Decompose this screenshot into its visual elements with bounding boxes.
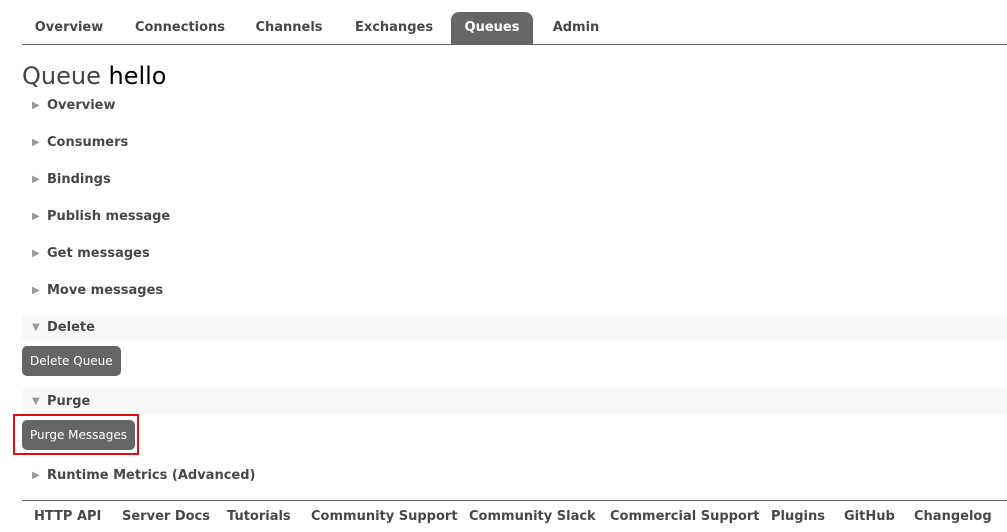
section-label: Delete <box>47 320 95 335</box>
section-label: Publish message <box>47 209 171 224</box>
section-label: Consumers <box>47 135 129 150</box>
expand-arrow-icon: ▶ <box>32 285 40 296</box>
tab-admin[interactable]: Admin <box>542 12 610 44</box>
footer-link-plugins[interactable]: Plugins <box>771 509 825 524</box>
footer-link-changelog[interactable]: Changelog <box>914 509 992 524</box>
footer-link-commercial-support[interactable]: Commercial Support <box>610 509 760 524</box>
page-title: Queue hello <box>22 62 166 90</box>
section-label: Purge <box>47 394 91 409</box>
tab-queues[interactable]: Queues <box>451 12 533 44</box>
tab-channels[interactable]: Channels <box>244 12 334 44</box>
section-publish-message[interactable]: ▶ Publish message <box>22 204 1007 229</box>
collapse-arrow-icon: ▼ <box>32 396 40 407</box>
section-label: Runtime Metrics (Advanced) <box>47 468 256 483</box>
delete-queue-button[interactable]: Delete Queue <box>22 346 121 376</box>
footer: HTTP API Server Docs Tutorials Community… <box>22 500 1007 532</box>
section-overview[interactable]: ▶ Overview <box>22 93 1007 118</box>
expand-arrow-icon: ▶ <box>32 248 40 259</box>
section-label: Bindings <box>47 172 111 187</box>
tab-connections[interactable]: Connections <box>122 12 238 44</box>
page-title-prefix: Queue <box>22 62 101 90</box>
footer-link-http-api[interactable]: HTTP API <box>34 509 101 524</box>
section-get-messages[interactable]: ▶ Get messages <box>22 241 1007 266</box>
section-bindings[interactable]: ▶ Bindings <box>22 167 1007 192</box>
section-label: Get messages <box>47 246 150 261</box>
section-consumers[interactable]: ▶ Consumers <box>22 130 1007 155</box>
main-nav-tabs: Overview Connections Channels Exchanges … <box>22 12 1007 45</box>
expand-arrow-icon: ▶ <box>32 470 40 481</box>
expand-arrow-icon: ▶ <box>32 100 40 111</box>
highlight-box <box>13 414 139 455</box>
footer-link-github[interactable]: GitHub <box>844 509 895 524</box>
footer-link-tutorials[interactable]: Tutorials <box>227 509 291 524</box>
section-label: Overview <box>47 98 116 113</box>
section-delete[interactable]: ▼ Delete <box>22 315 1007 340</box>
section-runtime-metrics[interactable]: ▶ Runtime Metrics (Advanced) <box>22 463 1007 488</box>
footer-link-community-support[interactable]: Community Support <box>311 509 458 524</box>
footer-link-community-slack[interactable]: Community Slack <box>469 509 596 524</box>
section-purge[interactable]: ▼ Purge <box>22 389 1007 414</box>
queue-name: hello <box>108 62 167 90</box>
footer-link-server-docs[interactable]: Server Docs <box>122 509 210 524</box>
section-move-messages[interactable]: ▶ Move messages <box>22 278 1007 303</box>
expand-arrow-icon: ▶ <box>32 174 40 185</box>
expand-arrow-icon: ▶ <box>32 137 40 148</box>
section-label: Move messages <box>47 283 164 298</box>
tab-overview[interactable]: Overview <box>22 12 116 44</box>
expand-arrow-icon: ▶ <box>32 211 40 222</box>
collapse-arrow-icon: ▼ <box>32 322 40 333</box>
tab-exchanges[interactable]: Exchanges <box>344 12 444 44</box>
